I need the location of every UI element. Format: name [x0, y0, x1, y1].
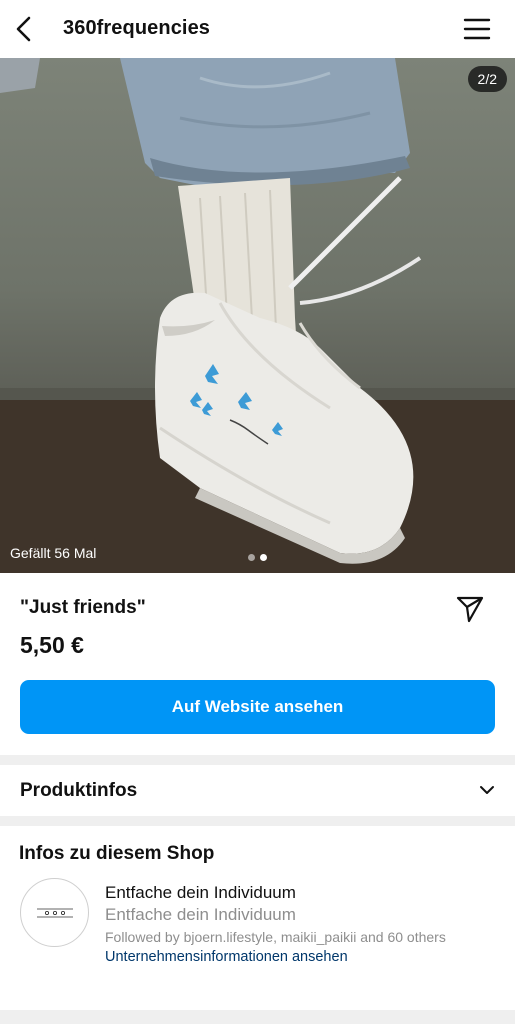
section-divider: [0, 755, 515, 765]
product-photo[interactable]: 2/2 Gefällt 56 Mal: [0, 58, 515, 573]
shop-info-section: Infos zu diesem Shop Entfache dein Indiv…: [0, 826, 515, 1010]
sneaker-photo-illustration: [0, 58, 515, 573]
followed-by-text: Followed by bjoern.lifestyle, maikii_pai…: [105, 929, 446, 945]
business-info-link[interactable]: Unternehmensinformationen ansehen: [105, 949, 348, 965]
likes-count[interactable]: Gefällt 56 Mal: [10, 545, 96, 561]
product-info-row[interactable]: Produktinfos: [0, 765, 515, 816]
product-name: "Just friends": [20, 597, 146, 618]
paper-plane-icon[interactable]: [455, 593, 485, 623]
shop-info-heading: Infos zu diesem Shop: [19, 843, 215, 864]
top-bar: 360frequencies: [0, 0, 515, 58]
image-counter-badge: 2/2: [467, 66, 507, 92]
product-price: 5,50 €: [20, 632, 84, 658]
section-divider: [0, 816, 515, 826]
shop-subtitle: Entfache dein Individuum: [105, 905, 296, 924]
chevron-down-icon: [480, 786, 494, 794]
carousel-dot-2: [260, 554, 267, 561]
shop-logo-icon: [37, 908, 73, 918]
back-chevron-icon[interactable]: [10, 14, 40, 44]
shop-avatar[interactable]: [20, 878, 89, 947]
page-title: 360frequencies: [63, 17, 211, 39]
product-info-label: Produktinfos: [20, 780, 138, 801]
product-section: "Just friends" 5,50 € Auf Website ansehe…: [0, 573, 515, 755]
carousel-dot-1: [248, 554, 255, 561]
hamburger-menu-icon[interactable]: [463, 16, 491, 42]
view-on-website-button[interactable]: Auf Website ansehen: [20, 680, 495, 734]
section-divider: [0, 1010, 515, 1024]
carousel-indicator: [248, 554, 267, 561]
shop-name[interactable]: Entfache dein Individuum: [105, 883, 296, 903]
